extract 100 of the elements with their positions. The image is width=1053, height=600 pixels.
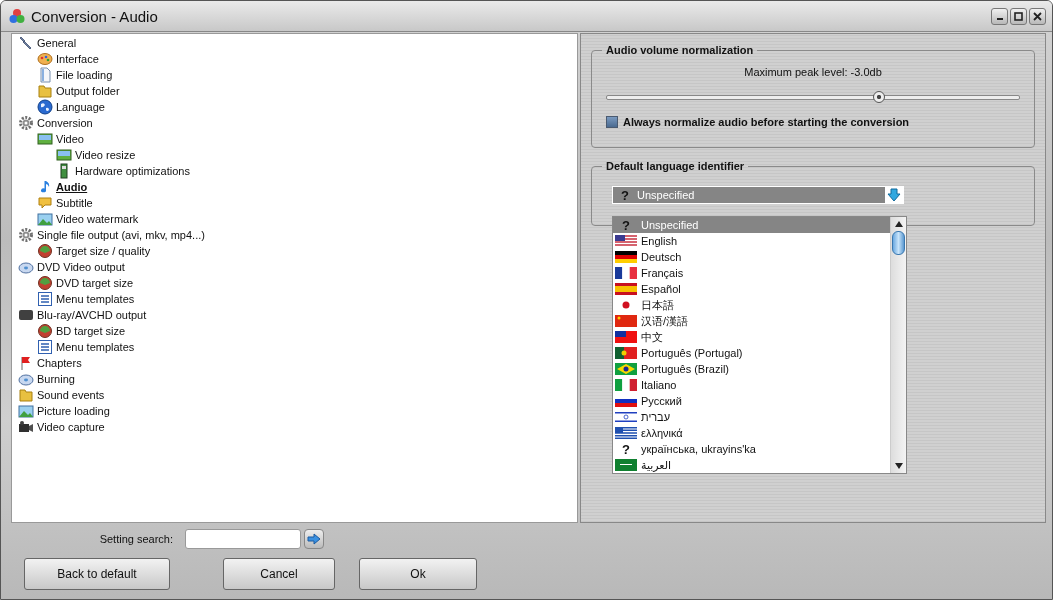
search-go-button[interactable] xyxy=(304,529,324,549)
tree-item[interactable]: Video watermark xyxy=(56,212,139,226)
tree-item[interactable]: Target size / quality xyxy=(56,244,151,258)
tree-item[interactable]: DVD target size xyxy=(56,276,134,290)
option-label: Unspecified xyxy=(641,219,699,231)
language-option[interactable]: العربية xyxy=(613,457,890,473)
option-label: 日本語 xyxy=(641,297,674,313)
tree-item[interactable]: DVD Video output xyxy=(37,260,125,274)
list-icon xyxy=(37,339,53,355)
option-label: עברית xyxy=(641,411,671,423)
scroll-up-icon xyxy=(894,221,903,227)
flag-icon xyxy=(615,427,637,439)
badge-icon xyxy=(18,307,34,323)
language-option[interactable]: Español xyxy=(613,281,890,297)
language-option[interactable]: ? українська, ukrayins'ka xyxy=(613,441,890,457)
checkbox-label[interactable]: Always normalize audio before starting the conversion xyxy=(623,116,910,128)
peak-level-slider[interactable] xyxy=(606,90,1020,104)
picture-icon xyxy=(37,211,53,227)
dialog-button[interactable]: Back to default xyxy=(24,558,170,590)
monitor-icon xyxy=(56,147,72,163)
scroll-down-icon xyxy=(894,463,903,469)
option-label: українська, ukrayins'ka xyxy=(641,443,756,455)
dialog-button[interactable]: Ok xyxy=(359,558,477,590)
language-option[interactable]: Português (Brazil) xyxy=(613,361,890,377)
dialog-button[interactable]: Cancel xyxy=(223,558,335,590)
tree-item[interactable]: Single file output (avi, mkv, mp4...) xyxy=(37,228,205,242)
language-option[interactable]: Deutsch xyxy=(613,249,890,265)
option-label: Русский xyxy=(641,395,682,407)
option-label: English xyxy=(641,235,678,247)
ball-icon xyxy=(37,323,53,339)
monitor-icon xyxy=(37,131,53,147)
tree-item[interactable]: Menu templates xyxy=(56,340,135,354)
ball-icon xyxy=(37,275,53,291)
tree-item[interactable]: BD target size xyxy=(56,324,126,338)
globe-icon xyxy=(37,99,53,115)
list-icon xyxy=(37,291,53,307)
right-arrow-icon xyxy=(307,533,321,545)
unknown-glyph: ? xyxy=(621,217,631,233)
option-label: العربية xyxy=(641,458,672,472)
option-label: ελληνικά xyxy=(641,427,683,439)
search-field[interactable] xyxy=(185,529,301,549)
picture-icon xyxy=(18,403,34,419)
language-option[interactable]: עברית xyxy=(613,409,890,425)
option-label: Italiano xyxy=(641,379,677,391)
language-option[interactable]: ελληνικά xyxy=(613,425,890,441)
flag-icon xyxy=(615,379,637,391)
tree-item[interactable]: Video capture xyxy=(37,420,105,434)
checkbox[interactable] xyxy=(606,116,618,128)
flag-icon xyxy=(615,235,637,247)
language-option[interactable]: Italiano xyxy=(613,377,890,393)
window-title: Conversion - Audio xyxy=(31,7,158,25)
tree-item[interactable]: Picture loading xyxy=(37,404,110,418)
app-icon xyxy=(9,8,25,24)
option-label: 中文 xyxy=(641,329,663,345)
close-button[interactable] xyxy=(1029,7,1046,25)
tree-item[interactable]: Video xyxy=(56,132,84,146)
scroll-thumb[interactable] xyxy=(892,231,905,255)
peak-level-reading: Maximum peak level: -3.0db xyxy=(743,66,883,78)
tree-item[interactable]: Blu-ray/AVCHD output xyxy=(37,308,147,322)
tree-item[interactable]: Interface xyxy=(56,52,99,66)
language-option[interactable]: 中文 xyxy=(613,329,890,345)
language-option[interactable]: 汉语/漢語 xyxy=(613,313,890,329)
maximize-icon xyxy=(1014,11,1023,21)
scrollbar[interactable] xyxy=(890,217,906,473)
dropdown-value: Unspecified xyxy=(637,189,696,201)
option-label: Português (Portugal) xyxy=(641,347,743,359)
disc-icon xyxy=(18,259,34,275)
language-option[interactable]: Français xyxy=(613,265,890,281)
close-icon xyxy=(1033,11,1042,21)
down-arrow-icon xyxy=(885,187,903,203)
tree-item[interactable]: Menu templates xyxy=(56,292,135,306)
language-option[interactable]: 日本語 xyxy=(613,297,890,313)
maximize-button[interactable] xyxy=(1010,7,1027,25)
group-title: Default language identifier xyxy=(605,160,746,172)
folder-icon xyxy=(18,387,34,403)
language-dropdown[interactable]: ? Unspecified xyxy=(612,186,904,204)
language-option[interactable]: Português (Portugal) xyxy=(613,345,890,361)
bubble-icon xyxy=(37,195,53,211)
document-icon xyxy=(37,67,53,83)
tree-item[interactable]: Video resize xyxy=(75,148,136,162)
tree-item[interactable]: Conversion xyxy=(37,116,93,130)
tree-item[interactable]: Output folder xyxy=(56,84,120,98)
tree-item[interactable]: Sound events xyxy=(37,388,105,402)
tree-item[interactable]: Hardware optimizations xyxy=(75,164,190,178)
language-option[interactable]: English xyxy=(613,233,890,249)
flag-icon xyxy=(615,347,637,359)
flag-icon xyxy=(615,459,637,471)
tree-item[interactable]: Subtitle xyxy=(56,196,93,210)
tree-item[interactable]: Burning xyxy=(37,372,75,386)
slider-thumb[interactable] xyxy=(873,91,886,103)
tree-item[interactable]: Language xyxy=(56,100,105,114)
tree-item[interactable]: General xyxy=(37,36,77,50)
tree-item[interactable]: Chapters xyxy=(37,356,82,370)
tree-item[interactable]: Audio xyxy=(56,180,88,194)
language-option[interactable]: ? Unspecified xyxy=(613,217,890,233)
disc-icon xyxy=(18,371,34,387)
minimize-button[interactable] xyxy=(991,7,1008,25)
language-option[interactable]: Русский xyxy=(613,393,890,409)
tree-item[interactable]: File loading xyxy=(56,68,113,82)
option-label: Português (Brazil) xyxy=(641,363,730,375)
